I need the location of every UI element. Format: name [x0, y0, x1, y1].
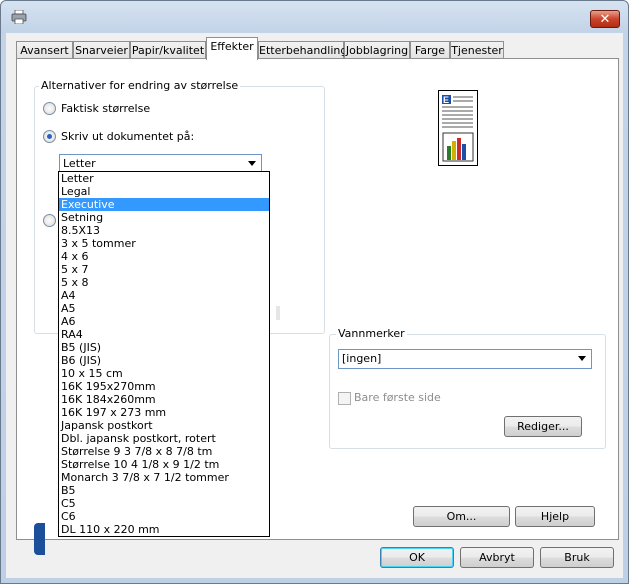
paper-size-option[interactable]: C5 — [59, 497, 269, 510]
paper-size-option[interactable]: 16K 197 x 273 mm — [59, 406, 269, 419]
paper-size-option[interactable]: 3 x 5 tommer — [59, 237, 269, 250]
paper-size-option[interactable]: 10 x 15 cm — [59, 367, 269, 380]
paper-size-option[interactable]: A5 — [59, 302, 269, 315]
chevron-down-icon — [248, 161, 256, 166]
paper-size-dropdown-list[interactable]: Letter Legal Executive Setning 8.5X13 3 x 5 t… — [58, 171, 270, 537]
paper-size-option[interactable]: Størrelse 10 4 1/8 x 9 1/2 tm — [59, 458, 269, 471]
paper-size-option[interactable]: Executive — [59, 198, 269, 211]
paper-size-option[interactable]: 8.5X13 — [59, 224, 269, 237]
ok-button[interactable]: OK — [380, 547, 454, 568]
paper-size-value: Letter — [63, 157, 96, 170]
paper-size-option[interactable]: 4 x 6 — [59, 250, 269, 263]
print-on-radio[interactable] — [43, 130, 56, 143]
tab-avansert[interactable]: Avansert — [16, 41, 73, 58]
watermark-value: [ingen] — [342, 352, 382, 365]
first-page-only-label: Bare første side — [354, 391, 441, 404]
resize-group-label: Alternativer for endring av størrelse — [39, 79, 241, 92]
title-bar: ✕ — [1, 1, 628, 35]
paper-size-option[interactable]: A4 — [59, 289, 269, 302]
apply-button[interactable]: Bruk — [540, 547, 614, 568]
paper-size-option[interactable]: Dbl. japansk postkort, rotert — [59, 432, 269, 445]
print-on-option[interactable]: Skriv ut dokumentet på: — [43, 130, 194, 143]
paper-size-option[interactable]: Størrelse 9 3 7/8 x 8 7/8 tm — [59, 445, 269, 458]
hp-logo — [34, 523, 45, 555]
paper-size-option[interactable]: 5 x 8 — [59, 276, 269, 289]
document-preview-icon: E — [442, 95, 474, 162]
actual-size-label: Faktisk størrelse — [61, 102, 151, 115]
tab-jobblagring[interactable]: Jobblagring — [344, 41, 410, 58]
print-on-label: Skriv ut dokumentet på: — [61, 130, 195, 143]
cancel-button[interactable]: Avbryt — [460, 547, 534, 568]
watermark-combo[interactable]: [ingen] — [338, 349, 592, 369]
svg-text:E: E — [443, 95, 449, 105]
chevron-down-icon — [578, 356, 586, 361]
edit-watermark-button[interactable]: Rediger... — [504, 416, 582, 437]
tab-effekter[interactable]: Effekter — [206, 37, 258, 60]
paper-size-option[interactable]: Letter — [59, 172, 269, 185]
help-button[interactable]: Hjelp — [515, 506, 595, 527]
watermark-group-label: Vannmerker — [336, 327, 407, 340]
paper-size-option[interactable]: B6 (JIS) — [59, 354, 269, 367]
paper-size-option[interactable]: Japansk postkort — [59, 419, 269, 432]
actual-size-option[interactable]: Faktisk størrelse — [43, 102, 150, 115]
document-preview: E — [438, 90, 478, 166]
tab-etterbehandling[interactable]: Etterbehandling — [258, 41, 347, 58]
paper-size-option[interactable]: Setning — [59, 211, 269, 224]
close-icon: ✕ — [599, 11, 611, 27]
scale-spinner-edge — [276, 306, 280, 320]
tab-farge[interactable]: Farge — [410, 41, 450, 58]
paper-size-option[interactable]: 16K 184x260mm — [59, 393, 269, 406]
paper-size-option[interactable]: Legal — [59, 185, 269, 198]
paper-size-option[interactable]: Monarch 3 7/8 x 7 1/2 tommer — [59, 471, 269, 484]
paper-size-option[interactable]: B5 — [59, 484, 269, 497]
first-page-only-checkbox[interactable] — [338, 392, 351, 405]
paper-size-option[interactable]: C6 — [59, 510, 269, 523]
printer-icon — [11, 10, 27, 24]
paper-size-option[interactable]: A6 — [59, 315, 269, 328]
tab-papir-kvalitet[interactable]: Papir/kvalitet — [130, 41, 206, 58]
close-button[interactable]: ✕ — [590, 10, 620, 28]
paper-size-option[interactable]: B5 (JIS) — [59, 341, 269, 354]
paper-size-option[interactable]: 5 x 7 — [59, 263, 269, 276]
paper-size-option[interactable]: 16K 195x270mm — [59, 380, 269, 393]
actual-size-radio[interactable] — [43, 102, 56, 115]
paper-size-option[interactable]: DL 110 x 220 mm — [59, 523, 269, 536]
tab-snarveier[interactable]: Snarveier — [73, 41, 130, 58]
paper-size-option[interactable]: RA4 — [59, 328, 269, 341]
scale-radio[interactable] — [43, 214, 56, 227]
about-button[interactable]: Om... — [413, 506, 510, 527]
tab-tjenester[interactable]: Tjenester — [450, 41, 504, 58]
